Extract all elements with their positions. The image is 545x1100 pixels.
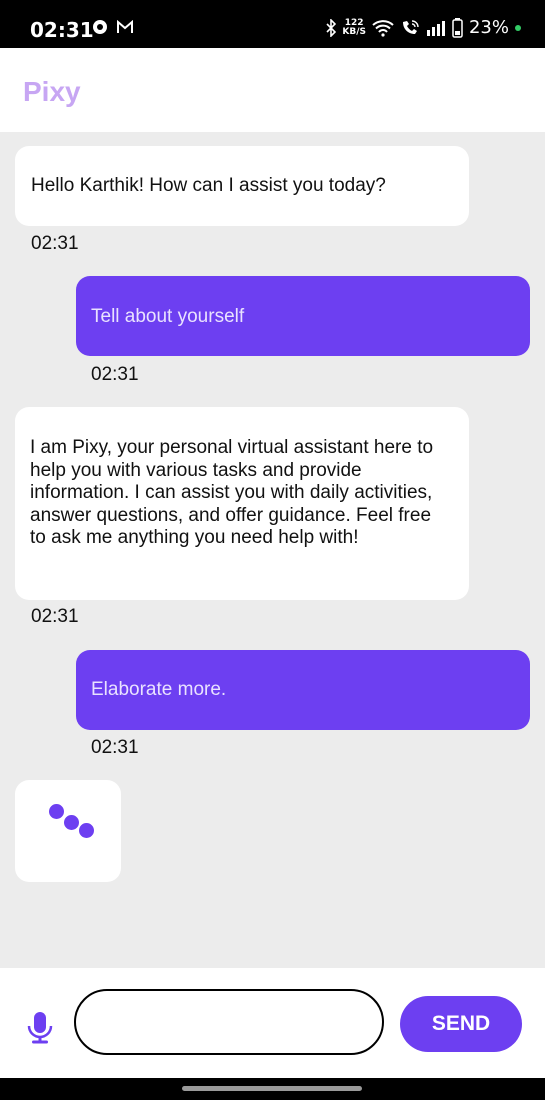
network-speed-unit: KB/S — [342, 26, 366, 37]
typing-dot — [49, 804, 64, 819]
network-speed: 122 KB/S — [342, 18, 366, 37]
bot-message: I am Pixy, your personal virtual assista… — [15, 407, 469, 600]
message-input[interactable] — [74, 989, 384, 1055]
wifi-calling-icon — [402, 19, 419, 34]
signal-icon — [426, 20, 445, 36]
message-text: I am Pixy, your personal virtual assista… — [30, 437, 434, 548]
home-gesture-handle[interactable] — [182, 1086, 362, 1091]
microphone-icon[interactable] — [26, 1012, 54, 1044]
app-title: Pixy — [23, 76, 81, 107]
user-message: Elaborate more. — [76, 650, 530, 730]
chrome-icon — [93, 20, 107, 34]
bot-message: Hello Karthik! How can I assist you toda… — [15, 146, 469, 226]
wifi-icon — [372, 19, 394, 37]
message-text: Hello Karthik! How can I assist you toda… — [31, 175, 386, 196]
message-text: Tell about yourself — [91, 306, 245, 327]
typing-dot — [64, 815, 79, 830]
bluetooth-icon — [326, 18, 337, 37]
user-message: Tell about yourself — [76, 276, 530, 356]
input-bar: SEND — [0, 968, 545, 1078]
message-time: 02:31 — [91, 364, 139, 385]
battery-percent: 23% — [468, 17, 509, 38]
notification-icons — [92, 19, 134, 35]
status-time: 02:31 — [30, 18, 94, 42]
navigation-bar — [0, 1078, 545, 1100]
privacy-indicator-dot — [515, 24, 521, 31]
message-time: 02:31 — [91, 737, 139, 758]
message-time: 02:31 — [31, 233, 79, 254]
send-button[interactable]: SEND — [400, 996, 522, 1052]
system-icons: 122 KB/S 23% — [326, 17, 521, 38]
message-text: Elaborate more. — [91, 679, 227, 700]
message-time: 02:31 — [31, 606, 79, 627]
gmail-icon — [117, 20, 133, 33]
app-bar: Pixy — [0, 48, 545, 132]
typing-indicator — [15, 780, 121, 882]
status-bar: 02:31 122 KB/S 23% — [0, 0, 545, 48]
battery-icon — [452, 17, 463, 38]
typing-dot — [79, 823, 94, 838]
